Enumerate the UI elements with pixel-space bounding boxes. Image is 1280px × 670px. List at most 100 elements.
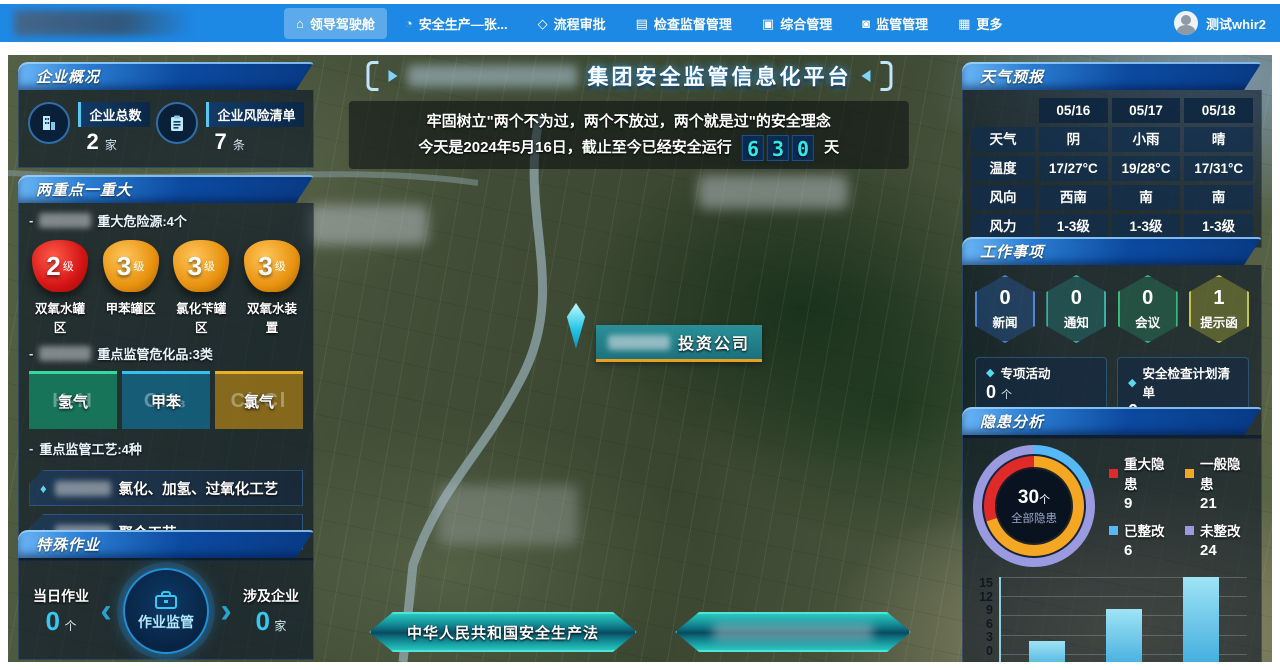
weather-value: 小雨 [1111, 127, 1181, 152]
hazard-level-unit: 级 [62, 261, 74, 273]
platform-title: 集团安全监管信息化平台 [587, 66, 852, 89]
panel-header: 两重点一重大 [18, 175, 314, 203]
weather-date: 05/17 [1111, 98, 1181, 123]
nav-item-supervision-management[interactable]: ◙ 监管管理 [850, 8, 940, 39]
weather-value: 17/31°C [1184, 156, 1253, 181]
nav-item-dashboard[interactable]: ⌂ 领导驾驶舱 [284, 7, 387, 39]
chemical-card-hydrogen[interactable]: H-H 氢气 [29, 371, 117, 429]
clipboard-icon [156, 102, 199, 144]
digit: 6 [741, 135, 764, 161]
hazard-badges: 2级 双氧水罐区 3级 甲苯罐区 3级 氯化苄罐区 3级 双氧水装置 [19, 234, 313, 336]
legend-swatch [1109, 525, 1118, 535]
nav-item-label: 监管管理 [876, 16, 929, 32]
map-marker-label[interactable]: 投资公司 [596, 325, 763, 362]
nav-item-label: 流程审批 [553, 16, 606, 32]
weather-corner-cell [971, 98, 1035, 123]
button-unit: 个 [1001, 389, 1013, 401]
disk-icon: ▣ [761, 15, 775, 31]
y-tick: 0 [986, 643, 993, 658]
panel-title: 企业概况 [36, 68, 101, 86]
weather-date: 05/18 [1184, 98, 1253, 123]
nav-item-process-approval[interactable]: ◇ 流程审批 [526, 8, 618, 39]
nav-menu: ⌂ 领导驾驶舱 ◔ 安全生产—张... ◇ 流程审批 ▤ 检查监督管理 ▣ 综合管理 ◙ 监… [284, 7, 1174, 39]
hazard-badge[interactable]: 2级 双氧水罐区 [29, 240, 91, 336]
blurred-group-name [407, 65, 578, 87]
news-hexagon[interactable]: 0 新闻 [975, 275, 1035, 343]
nav-item-inspection-management[interactable]: ▤ 检查监督管理 [624, 8, 744, 39]
panel-header: 特殊作业 [18, 530, 314, 558]
map-urban-patch [698, 175, 848, 209]
user-menu[interactable]: 测试whir2 [1174, 11, 1266, 35]
stat-value: 0 [255, 605, 270, 636]
legend-item: 一般隐患 21 [1185, 453, 1251, 512]
nav-item-general-management[interactable]: ▣ 综合管理 [750, 8, 844, 39]
y-tick: 15 [979, 576, 993, 590]
work-supervision-button[interactable]: 作业监管 [122, 568, 209, 654]
blurred-banner-text [713, 623, 873, 641]
stat-value: 0 [45, 605, 60, 636]
hazard-name: 双氧水罐区 [34, 302, 85, 335]
weather-value: 阴 [1039, 127, 1108, 152]
triangle-right-icon [388, 70, 398, 82]
weather-value: 1-3级 [1111, 214, 1181, 239]
involved-company-stat: 涉及企业 0 家 [243, 586, 299, 637]
stat-label: 企业总数 [78, 102, 150, 127]
panel-header: 企业概况 [18, 62, 314, 90]
digit: 3 [766, 135, 789, 161]
camera-icon: ◙ [862, 15, 871, 31]
hazard-badge[interactable]: 3级 双氧水装置 [241, 240, 303, 336]
today-work-stat: 当日作业 0 个 [33, 586, 89, 637]
button-value: 0 [986, 382, 997, 402]
work-hexagons: 0 新闻 0 通知 0 会议 1 提示函 [963, 265, 1261, 347]
chevron-right-icon: › [220, 592, 232, 630]
flag-icon: ◆ [986, 367, 995, 379]
chemical-card-chlorine[interactable]: Cl-Cl 氯气 [215, 371, 303, 429]
risk-list-stat[interactable]: 企业风险清单 7 条 [156, 102, 304, 155]
slogan-line: 牢固树立"两个不为过，两个不放过，两个就是过"的安全理念 [426, 113, 831, 130]
hazard-badge[interactable]: 3级 甲苯罐区 [100, 240, 162, 336]
digit: 0 [791, 135, 814, 161]
chemical-section-title: 重点监管危化品:3类 [19, 336, 313, 367]
company-total-stat[interactable]: 企业总数 2 家 [28, 102, 150, 155]
weather-row-label: 天气 [971, 127, 1035, 152]
panel-title: 特殊作业 [36, 536, 101, 554]
safety-law-banner[interactable]: 中华人民共和国安全生产法 [369, 612, 637, 652]
blurred-banner[interactable] [675, 612, 911, 652]
hazard-badge[interactable]: 3级 氯化苄罐区 [170, 240, 232, 336]
building-icon [28, 102, 71, 144]
run-days-prefix: 今天是2024年5月16日，截止至今已经安全运行 [418, 139, 732, 156]
notice-hexagon[interactable]: 0 通知 [1046, 275, 1107, 343]
nav-item-label: 检查监督管理 [653, 16, 732, 32]
hex-label: 通知 [1063, 316, 1089, 330]
nav-item-more[interactable]: ▦ 更多 [946, 8, 1014, 39]
nav-item-safety-production[interactable]: ◔ 安全生产—张... [393, 8, 520, 39]
panel-header: 隐患分析 [962, 407, 1262, 435]
work-supervision-label: 作业监管 [137, 613, 194, 630]
panel-title: 天气预报 [980, 68, 1045, 86]
safety-law-label: 中华人民共和国安全生产法 [406, 624, 600, 642]
hazard-name: 双氧水装置 [246, 302, 297, 335]
legend-value: 24 [1200, 542, 1217, 559]
panel-title: 两重点一重大 [36, 181, 133, 199]
legend-swatch [1185, 468, 1194, 478]
blurred-company-prefix [39, 346, 92, 361]
dashboard-stage: 集团安全监管信息化平台 牢固树立"两个不为过，两个不放过，两个就是过"的安全理念… [8, 55, 1272, 662]
panel-header: 工作事项 [962, 237, 1262, 265]
process-row[interactable]: ♦ 氯化、加氢、过氧化工艺 [29, 470, 303, 506]
avatar [1174, 11, 1199, 35]
stat-value: 7 条 [214, 129, 245, 154]
chemical-card-toluene[interactable]: CH₃ 甲苯 [122, 371, 210, 429]
button-label: 专项活动 [1000, 367, 1051, 381]
hazard-name: 甲苯罐区 [105, 302, 156, 316]
weather-value: 西南 [1039, 185, 1108, 210]
hazard-level-lantern: 3级 [243, 240, 300, 292]
process-name: 氯化、加氢、过氧化工艺 [118, 481, 279, 498]
hex-value: 1 [1213, 287, 1225, 309]
username: 测试whir2 [1206, 16, 1266, 32]
section-label: 重点监管危化品:3类 [97, 347, 213, 362]
legend-label: 重大隐患 [1124, 457, 1165, 492]
meeting-hexagon[interactable]: 0 会议 [1117, 275, 1178, 343]
map-urban-patch [438, 485, 578, 545]
weather-value: 17/27°C [1039, 156, 1108, 181]
reminder-hexagon[interactable]: 1 提示函 [1188, 275, 1249, 343]
